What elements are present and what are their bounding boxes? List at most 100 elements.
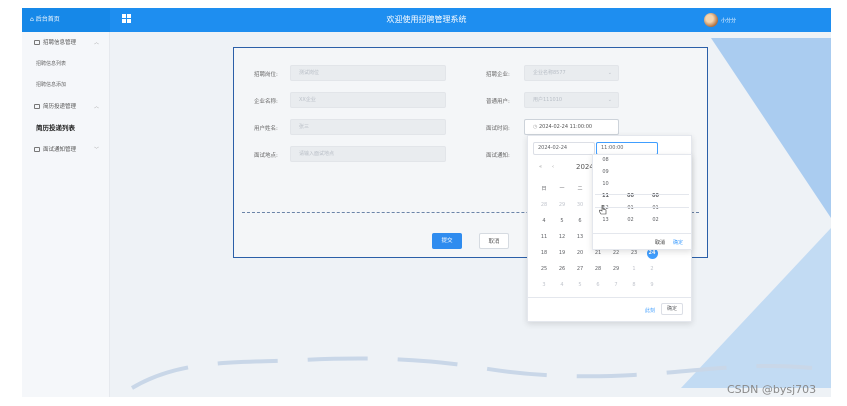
calendar-day[interactable]: 6: [574, 218, 586, 224]
company-select-value: 企业名称8577: [533, 70, 566, 76]
enterprise-field[interactable]: XX企业: [290, 92, 446, 108]
doc-icon: [34, 40, 40, 45]
sidebar: 招聘信息管理 ︿ 招聘信息列表 招聘信息添加 简历投递管理 ︿ 简历投递列表 面试通…: [22, 32, 110, 397]
company-select[interactable]: 企业名称8577 ⌄: [524, 65, 619, 81]
user-menu[interactable]: 小分分: [704, 12, 736, 28]
sidebar-group-interview[interactable]: 面试通知管理 ﹀: [22, 139, 109, 161]
calendar-day[interactable]: 2: [646, 266, 658, 272]
location-field[interactable]: 请输入面试地点: [290, 146, 446, 162]
calendar-day[interactable]: 19: [556, 250, 568, 256]
username-label: 用户姓名:: [254, 126, 278, 132]
chevron-down-icon: ⌄: [607, 97, 612, 103]
avatar: [704, 13, 718, 27]
top-header: ⌂ 后台首页 欢迎使用招聘管理系统 小分分: [22, 8, 831, 32]
minutes-option[interactable]: 02: [618, 217, 643, 223]
calendar-day[interactable]: 5: [556, 218, 568, 224]
calendar-day[interactable]: 29: [556, 202, 568, 208]
user-name: 小分分: [721, 17, 737, 24]
interview-time-label: 面试时间:: [486, 126, 510, 132]
chevron-down-icon: ﹀: [93, 147, 99, 153]
hours-option[interactable]: 10: [593, 181, 618, 187]
decor-wave: [130, 356, 813, 390]
calendar-day[interactable]: 4: [556, 282, 568, 288]
calendar-day[interactable]: 13: [574, 234, 586, 240]
calendar-day[interactable]: 6: [592, 282, 604, 288]
calendar-day[interactable]: 5: [574, 282, 586, 288]
user-label: 普通用户:: [486, 99, 510, 105]
calendar-day[interactable]: 30: [574, 202, 586, 208]
chevron-up-icon: ︿: [93, 40, 99, 46]
calendar-day[interactable]: 1: [628, 266, 640, 272]
seconds-option[interactable]: 02: [643, 217, 668, 223]
sidebar-item-recruit-add[interactable]: 招聘信息添加: [22, 75, 109, 96]
chevron-up-icon: ︿: [93, 104, 99, 110]
username-field[interactable]: 张三: [290, 119, 446, 135]
position-field[interactable]: 测试岗位: [290, 65, 446, 81]
user-select-value: 用户111010: [533, 97, 563, 103]
user-select[interactable]: 用户111010 ⌄: [524, 92, 619, 108]
time-cancel-button[interactable]: 取消: [655, 239, 665, 246]
calendar-day[interactable]: 28: [592, 266, 604, 272]
position-label: 招聘岗位:: [254, 72, 278, 78]
interview-time-value: 2024-02-24 11:00:00: [538, 124, 593, 130]
calendar-day[interactable]: 25: [538, 266, 550, 272]
calendar-day[interactable]: 23: [628, 250, 640, 256]
company-label: 招聘企业:: [486, 72, 510, 78]
watermark: CSDN @bysj703: [727, 383, 817, 396]
chevron-down-icon: ⌄: [607, 70, 612, 76]
time-selection-bottom: [595, 207, 689, 208]
sidebar-group-label: 面试通知管理: [43, 147, 77, 153]
screen: ⌂ 后台首页 欢迎使用招聘管理系统 小分分 招聘信息管理 ︿ 招聘信息列表 招聘信…: [0, 0, 847, 406]
minutes-option[interactable]: 01: [618, 205, 643, 211]
picker-date-input[interactable]: 2024-02-24: [533, 142, 595, 155]
hours-option[interactable]: 09: [593, 169, 618, 175]
doc-icon: [34, 104, 40, 109]
calendar-day[interactable]: 20: [574, 250, 586, 256]
time-selection-top: [595, 194, 689, 195]
time-panel-footer: 取消 确定: [593, 233, 691, 249]
weekday-label: 一: [559, 186, 565, 192]
location-label: 面试地点:: [254, 153, 278, 159]
enterprise-label: 企业名称:: [254, 99, 278, 105]
sidebar-item-resume-list[interactable]: 简历投递列表: [22, 118, 109, 139]
submit-button[interactable]: 提交: [432, 233, 462, 249]
picker-ok-button[interactable]: 确定: [661, 303, 683, 315]
app-window: ⌂ 后台首页 欢迎使用招聘管理系统 小分分 招聘信息管理 ︿ 招聘信息列表 招聘信…: [22, 8, 831, 397]
calendar-day[interactable]: 8: [628, 282, 640, 288]
now-link[interactable]: 此刻: [645, 307, 655, 314]
doc-icon: [34, 147, 40, 152]
cancel-button[interactable]: 取消: [479, 233, 509, 249]
sidebar-group-recruit-info[interactable]: 招聘信息管理 ︿: [22, 32, 109, 54]
calendar-day[interactable]: 29: [610, 266, 622, 272]
interview-time-field[interactable]: ◷ 2024-02-24 11:00:00: [524, 119, 619, 135]
calendar-day[interactable]: 4: [538, 218, 550, 224]
decor-triangle-top: [711, 38, 831, 218]
calendar-day[interactable]: 27: [574, 266, 586, 272]
sidebar-group-label: 招聘信息管理: [43, 40, 77, 46]
picker-footer: 此刻 确定: [528, 297, 691, 321]
hours-option[interactable]: 13: [593, 217, 618, 223]
seconds-option[interactable]: 01: [643, 205, 668, 211]
calendar-day[interactable]: 28: [538, 202, 550, 208]
calendar-day[interactable]: 11: [538, 234, 550, 240]
calendar-day[interactable]: 21: [592, 250, 604, 256]
calendar-day[interactable]: 9: [646, 282, 658, 288]
calendar-day[interactable]: 3: [538, 282, 550, 288]
sidebar-group-resume[interactable]: 简历投递管理 ︿: [22, 96, 109, 118]
calendar-day[interactable]: 22: [610, 250, 622, 256]
time-confirm-button[interactable]: 确定: [673, 239, 683, 246]
prev-month-icon[interactable]: ‹: [552, 164, 554, 170]
time-panel: 08 09 10 11 12 13 00 01 02 00 01 02 取消 确定: [592, 154, 692, 250]
calendar-day[interactable]: 12: [556, 234, 568, 240]
calendar-day[interactable]: 18: [538, 250, 550, 256]
notice-label: 面试通知:: [486, 153, 510, 159]
prev-year-icon[interactable]: «: [539, 164, 542, 170]
weekday-label: 二: [577, 186, 583, 192]
weekday-label: 日: [541, 186, 547, 192]
sidebar-item-recruit-list[interactable]: 招聘信息列表: [22, 54, 109, 75]
hand-cursor-icon: [599, 205, 607, 215]
calendar-day[interactable]: 26: [556, 266, 568, 272]
sidebar-group-label: 简历投递管理: [43, 104, 77, 110]
calendar-day[interactable]: 7: [610, 282, 622, 288]
hours-option[interactable]: 08: [593, 157, 618, 163]
